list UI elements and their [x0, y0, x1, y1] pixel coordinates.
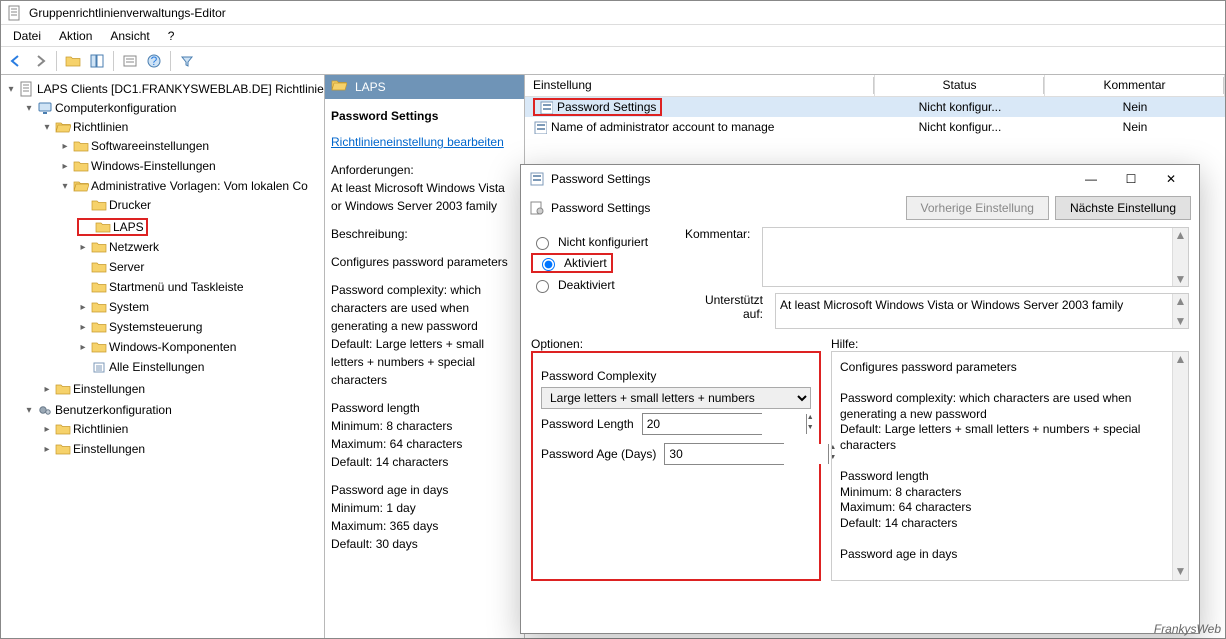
tree-user-richtlinien[interactable]: ▸Richtlinien — [41, 420, 324, 438]
tree-user-einstellungen[interactable]: ▸Einstellungen — [41, 440, 324, 458]
mid-setting-title: Password Settings — [331, 107, 518, 125]
description-heading: Beschreibung: — [331, 225, 518, 243]
radio-not-configured[interactable]: Nicht konfiguriert — [531, 231, 671, 253]
previous-setting-button: Vorherige Einstellung — [906, 196, 1049, 220]
toolbar: ? — [1, 47, 1225, 75]
filter-button[interactable] — [176, 50, 198, 72]
radio-disabled[interactable]: Deaktiviert — [531, 274, 671, 296]
mid-header-title: LAPS — [355, 80, 386, 94]
maximize-button[interactable]: ☐ — [1111, 167, 1151, 191]
comment-label: Kommentar: — [685, 227, 756, 287]
tree-user-config[interactable]: ▾Benutzerkonfiguration — [23, 401, 324, 419]
tree-einstellungen-comp[interactable]: ▸Einstellungen — [41, 380, 324, 398]
app-icon — [7, 5, 23, 21]
tree-windows-komponenten[interactable]: ▸Windows-Komponenten — [77, 338, 324, 356]
help-panel: Configures password parameters Password … — [831, 351, 1189, 581]
forward-button[interactable] — [29, 50, 51, 72]
list-header: Einstellung Status Kommentar — [525, 75, 1225, 97]
age-label: Password Age (Days) — [541, 447, 656, 461]
page-gear-icon — [529, 200, 545, 216]
menu-bar: Datei Aktion Ansicht ? — [1, 25, 1225, 47]
help-button[interactable]: ? — [143, 50, 165, 72]
age-input[interactable]: ▲▼ — [664, 443, 784, 465]
tree-windows[interactable]: ▸Windows-Einstellungen — [59, 157, 324, 175]
requirements-heading: Anforderungen: — [331, 161, 518, 179]
tree-netzwerk[interactable]: ▸Netzwerk — [77, 238, 324, 256]
tree-system[interactable]: ▸System — [77, 298, 324, 316]
tree-computer-config[interactable]: ▾Computerkonfiguration — [23, 99, 324, 117]
close-button[interactable]: ✕ — [1151, 167, 1191, 191]
menu-view[interactable]: Ansicht — [102, 27, 157, 45]
supported-on-box: At least Microsoft Windows Vista or Wind… — [775, 293, 1189, 329]
list-row[interactable]: Password Settings Nicht konfigur... Nein — [525, 97, 1225, 117]
tree-alle-einstellungen[interactable]: Alle Einstellungen — [77, 358, 324, 376]
tree-laps[interactable]: LAPS — [77, 218, 148, 236]
description-pane: LAPS Password Settings Richtlinieneinste… — [325, 75, 525, 638]
menu-file[interactable]: Datei — [5, 27, 49, 45]
tree-startmenu[interactable]: Startmenü und Taskleiste — [77, 278, 324, 296]
back-button[interactable] — [5, 50, 27, 72]
complexity-label: Password Complexity — [541, 361, 811, 387]
col-setting[interactable]: Einstellung — [525, 75, 875, 96]
comment-textarea[interactable]: ▲▼ — [762, 227, 1189, 287]
tree-root[interactable]: ▾LAPS Clients [DC1.FRANKYSWEBLAB.DE] Ric… — [5, 80, 324, 98]
properties-button[interactable] — [119, 50, 141, 72]
show-hide-tree-button[interactable] — [86, 50, 108, 72]
watermark-label: FrankysWeb — [1154, 622, 1221, 636]
window-title: Gruppenrichtlinienverwaltungs-Editor — [29, 6, 226, 20]
supported-on-label: Unterstützt auf: — [685, 293, 769, 329]
complexity-select[interactable]: Large letters + small letters + numbers — [541, 387, 811, 409]
col-status[interactable]: Status — [875, 75, 1045, 96]
dialog-icon — [529, 171, 545, 187]
folder-open-icon — [331, 78, 347, 94]
tree-systemsteuerung[interactable]: ▸Systemsteuerung — [77, 318, 324, 336]
svg-text:?: ? — [151, 54, 158, 68]
tree-software[interactable]: ▸Softwareeinstellungen — [59, 137, 324, 155]
tree-server[interactable]: Server — [77, 258, 324, 276]
requirements-text: At least Microsoft Windows Vista or Wind… — [331, 179, 518, 215]
tree-pane: ▾LAPS Clients [DC1.FRANKYSWEBLAB.DE] Ric… — [1, 75, 325, 638]
menu-help[interactable]: ? — [160, 27, 183, 45]
options-heading: Optionen: — [531, 337, 821, 351]
length-input[interactable]: ▲▼ — [642, 413, 762, 435]
next-setting-button[interactable]: Nächste Einstellung — [1055, 196, 1191, 220]
dialog-subtitle: Password Settings — [551, 201, 650, 215]
length-label: Password Length — [541, 417, 634, 431]
tree-richtlinien[interactable]: ▾Richtlinien — [41, 118, 324, 136]
settings-dialog: Password Settings — ☐ ✕ Password Setting… — [520, 164, 1200, 634]
up-button[interactable] — [62, 50, 84, 72]
minimize-button[interactable]: — — [1071, 167, 1111, 191]
radio-enabled[interactable]: Aktiviert — [531, 253, 613, 273]
list-row[interactable]: Name of administrator account to manage … — [525, 117, 1225, 137]
edit-policy-link[interactable]: Richtlinieneinstellung bearbeiten — [331, 135, 504, 149]
menu-action[interactable]: Aktion — [51, 27, 100, 45]
tree-admin-templates[interactable]: ▾Administrative Vorlagen: Vom lokalen Co — [59, 177, 324, 195]
dialog-title: Password Settings — [545, 172, 650, 186]
help-heading: Hilfe: — [821, 337, 858, 351]
col-comment[interactable]: Kommentar — [1045, 75, 1225, 96]
options-panel: Password Complexity Large letters + smal… — [531, 351, 821, 581]
tree-drucker[interactable]: Drucker — [77, 196, 324, 214]
